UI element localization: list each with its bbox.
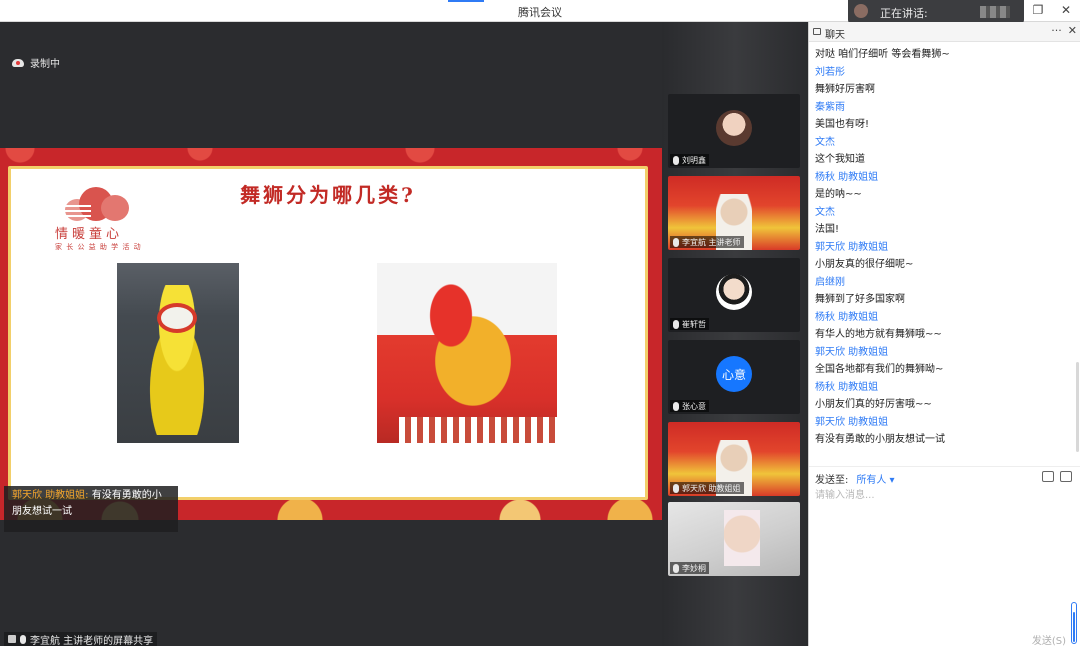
chat-message-sender: 文杰 [815, 136, 835, 148]
chat-bubble-overlay: 郭天欣 助教姐姐: 有没有勇敢的小朋友想试一试 [4, 486, 178, 532]
chat-message-sender: 杨秋 助教姐姐 [815, 381, 879, 393]
chat-message-text: 有华人的地方就有舞狮哦~~ [815, 329, 942, 340]
participant-name: 郭天欣 助教姐姐 [682, 483, 741, 493]
chat-message-text: 美国也有呀! [815, 119, 870, 130]
red-lion-dance-photo [377, 263, 557, 443]
chat-panel: 聊天 ··· ✕ 对哒 咱们仔细听 等会看舞狮~ 刘若彤舞狮好厉害啊 秦紫雨美国也有… [808, 22, 1080, 646]
yellow-lion-dance-photo [117, 263, 239, 443]
logo-name: 情暖童心 [55, 227, 124, 242]
chat-message-sender: 郭天欣 助教姐姐 [815, 416, 889, 428]
chat-tools [1042, 471, 1072, 482]
chat-message-sender: 启继刚 [815, 276, 845, 288]
chat-message-sender: 杨秋 助教姐姐 [815, 171, 879, 183]
participant-video [724, 510, 760, 566]
participant-name: 张心意 [682, 401, 706, 411]
restore-button[interactable]: ❐ [1032, 3, 1044, 18]
muted-mic-icon [673, 401, 679, 411]
send-to-selector: 发送至: 所有人 ▾ [815, 471, 895, 486]
muted-mic-icon [673, 563, 679, 573]
chat-more-button[interactable]: ··· [1051, 24, 1062, 37]
presentation-slide: 情暖童心 家 长 公 益 助 学 活 动 舞狮分为哪几类? [0, 148, 662, 520]
shared-screen-area: 录制中 情暖童心 家 长 公 益 助 学 活 动 舞狮分为哪几类? 郭天欣 助教… [0, 22, 662, 646]
participant-name: 刘明鑫 [682, 155, 706, 165]
send-to-label: 发送至: [815, 475, 849, 486]
chat-message-text: 法国! [815, 224, 840, 235]
chat-message-text: 是的呐~~ [815, 189, 862, 200]
participant-tile[interactable]: 崔轩哲 [668, 258, 800, 332]
participant-avatar [716, 110, 752, 146]
chat-message-text: 舞狮好厉害啊 [815, 84, 875, 95]
chat-message-text: 对哒 咱们仔细听 等会看舞狮~ [815, 49, 950, 60]
chat-message-list[interactable]: 对哒 咱们仔细听 等会看舞狮~ 刘若彤 舞狮好厉害啊 秦紫雨 美国也有呀! 文杰 这个我知道… [815, 46, 1075, 449]
title-accent [448, 0, 484, 2]
chat-close-button[interactable]: ✕ [1068, 24, 1077, 37]
recording-label: 录制中 [30, 59, 60, 70]
participant-avatar: 心意 [716, 356, 752, 392]
chat-message-sender: 郭天欣 助教姐姐 [815, 241, 889, 253]
recording-indicator[interactable]: 录制中 [12, 55, 60, 70]
chat-message-sender: 刘若彤 [815, 66, 845, 78]
chat-message-text: 这个我知道 [815, 154, 865, 165]
share-icon [8, 635, 16, 643]
chat-message-text: 全国各地都有我们的舞狮呦~ [815, 364, 944, 375]
speaking-label: 正在讲话: [880, 7, 928, 20]
slide-card: 情暖童心 家 长 公 益 助 学 活 动 舞狮分为哪几类? [8, 166, 648, 500]
mic-icon [673, 483, 679, 493]
speaking-indicator[interactable]: 正在讲话: [848, 0, 1024, 24]
file-icon[interactable] [1042, 471, 1054, 482]
participant-tile[interactable]: 郭天欣 助教姐姐 [668, 422, 800, 496]
chat-title: 聊天 [825, 30, 845, 41]
chat-input[interactable] [815, 488, 1065, 502]
bubble-sender: 郭天欣 助教姐姐: [12, 490, 89, 501]
participant-tile[interactable]: 刘明鑫 [668, 94, 800, 168]
logo-slogan: 家 长 公 益 助 学 活 动 [55, 243, 142, 251]
chat-message-text: 有没有勇敢的小朋友想试一试 [815, 434, 945, 445]
chat-icon [813, 28, 821, 35]
muted-mic-icon [673, 155, 679, 165]
speaker-avatar [854, 4, 868, 18]
speaking-wave-icon [980, 6, 1010, 18]
chat-header: 聊天 ··· ✕ [809, 22, 1080, 42]
screenshot-icon[interactable] [1060, 471, 1072, 482]
chat-message-text: 舞狮到了好多国家啊 [815, 294, 905, 305]
screen-share-label: 李宜航 主讲老师的屏幕共享 [4, 632, 158, 646]
participant-name: 崔轩哲 [682, 319, 706, 329]
volume-level-icon [1071, 602, 1077, 644]
participant-gallery: 刘明鑫 李宜航 主讲老师 崔轩哲 心意 张心意 郭天欣 助教姐姐 李妙桐 [662, 22, 808, 646]
participant-name: 李宜航 主讲老师 [682, 237, 741, 247]
cloud-record-icon [12, 58, 24, 67]
send-to-dropdown[interactable]: 所有人 ▾ [856, 471, 894, 486]
chat-divider [809, 466, 1080, 467]
chat-message-sender: 杨秋 助教姐姐 [815, 311, 879, 323]
chat-message-sender: 郭天欣 助教姐姐 [815, 346, 889, 358]
participant-avatar [716, 274, 752, 310]
slide-title: 舞狮分为哪几类? [240, 183, 416, 207]
chat-message-text: 小朋友们真的好厉害哦~~ [815, 399, 932, 410]
close-button[interactable]: ✕ [1060, 3, 1072, 18]
chat-message-text: 小朋友真的很仔细呢~ [815, 259, 914, 270]
participant-tile[interactable]: 李妙桐 [668, 502, 800, 576]
microphone-icon [20, 634, 26, 644]
chat-message-sender: 秦紫雨 [815, 101, 845, 113]
chat-message-sender: 文杰 [815, 206, 835, 218]
participant-tile[interactable]: 心意 张心意 [668, 340, 800, 414]
participant-name: 李妙桐 [682, 563, 706, 573]
chat-scrollbar[interactable] [1076, 362, 1079, 452]
participant-tile[interactable]: 李宜航 主讲老师 [668, 176, 800, 250]
screen-share-name: 李宜航 主讲老师的屏幕共享 [30, 635, 154, 646]
send-button[interactable]: 发送(S) [1032, 632, 1066, 646]
mic-icon [673, 237, 679, 247]
muted-mic-icon [673, 319, 679, 329]
